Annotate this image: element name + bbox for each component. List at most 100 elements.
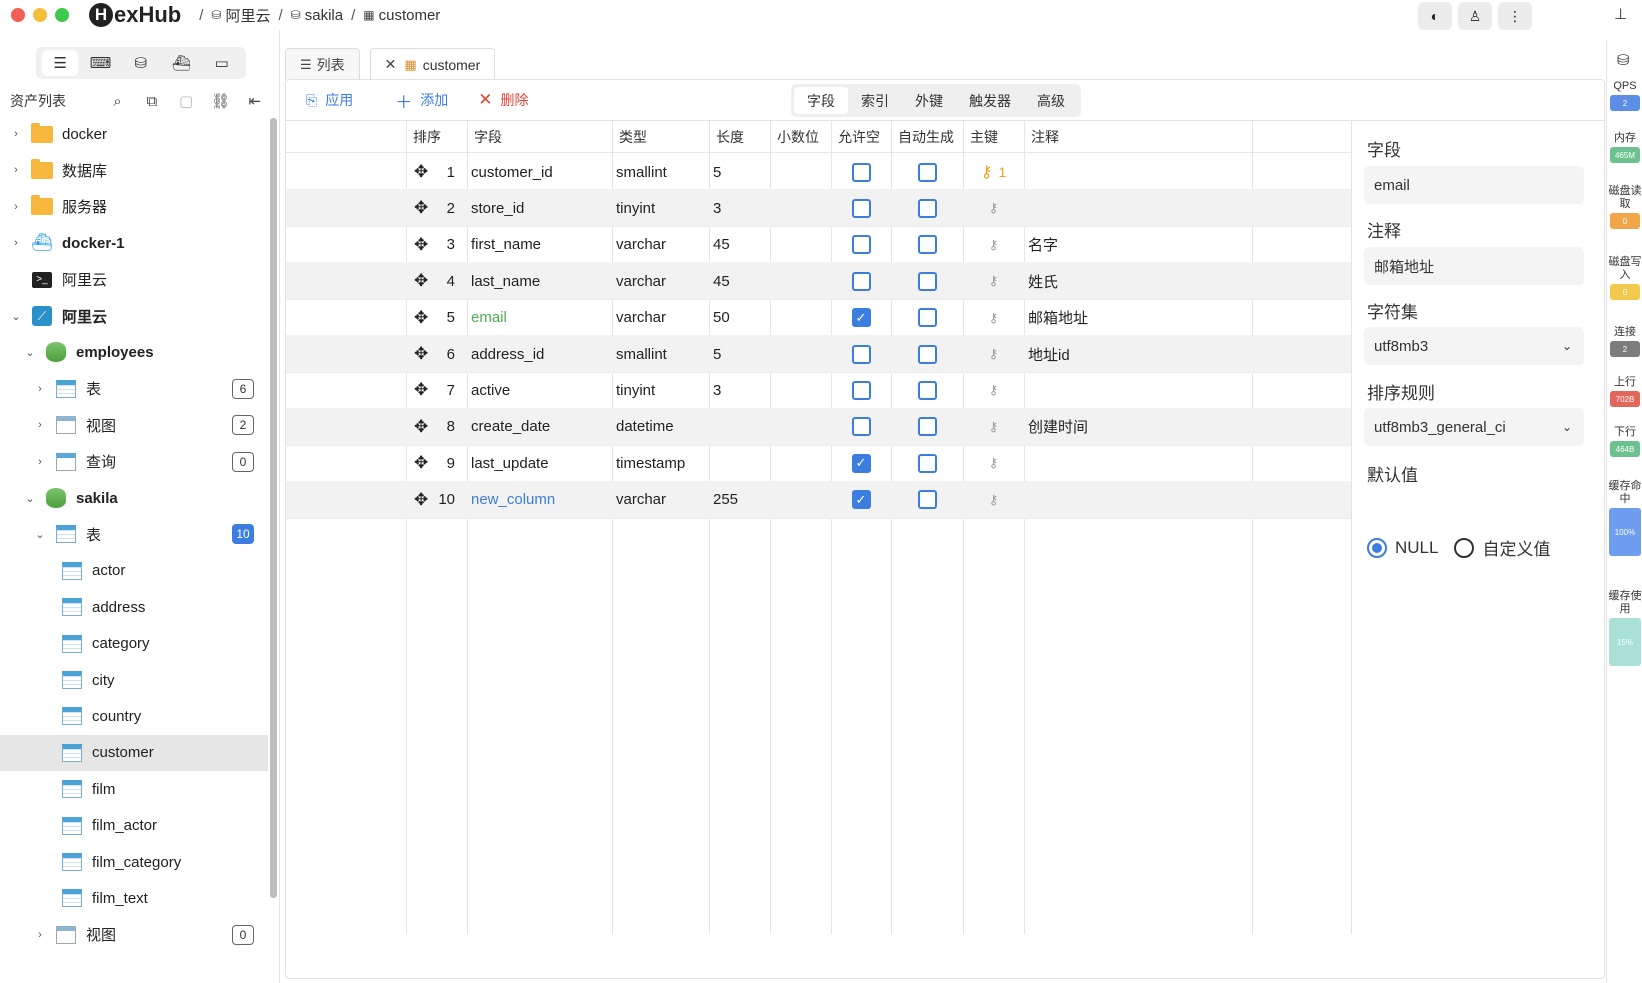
comment-cell[interactable]: [1024, 481, 1252, 519]
tree-item[interactable]: address: [0, 589, 268, 625]
nullable-checkbox[interactable]: [851, 417, 871, 437]
chevron-down-icon[interactable]: ⌄: [24, 492, 36, 505]
search-icon[interactable]: ⌕: [100, 93, 134, 110]
tree-item[interactable]: ⌄ 表 10: [0, 516, 268, 552]
tree-item[interactable]: film: [0, 771, 268, 807]
section-tab[interactable]: 高级: [1024, 87, 1078, 114]
decimals-cell[interactable]: [770, 371, 831, 409]
length-cell[interactable]: 3: [709, 189, 770, 227]
delete-field-button[interactable]: ✕ 删除: [478, 90, 528, 110]
decimals-cell[interactable]: [770, 299, 831, 337]
chevron-right-icon[interactable]: ›: [10, 164, 22, 176]
section-tab[interactable]: 触发器: [956, 87, 1024, 114]
length-cell[interactable]: 50: [709, 299, 770, 337]
key-icon[interactable]: ⚷: [989, 310, 999, 326]
length-cell[interactable]: 5: [709, 335, 770, 373]
tree-item[interactable]: country: [0, 698, 268, 734]
auto-increment-checkbox[interactable]: [917, 235, 937, 255]
length-cell[interactable]: 5: [709, 153, 770, 191]
tree-item[interactable]: actor: [0, 553, 268, 589]
chevron-down-icon[interactable]: ⌄: [24, 346, 36, 359]
comment-cell[interactable]: [1024, 153, 1252, 191]
field-name-cell[interactable]: last_name: [467, 262, 612, 300]
drag-handle-icon[interactable]: ✥: [414, 235, 428, 255]
field-name-cell[interactable]: address_id: [467, 335, 612, 373]
table-row[interactable]: ✥ 3 first_name varchar 45 ⚷ 名字: [286, 226, 1351, 264]
auto-increment-checkbox[interactable]: [917, 344, 937, 364]
comment-cell[interactable]: 地址id: [1024, 335, 1252, 373]
type-cell[interactable]: smallint: [612, 153, 709, 191]
tree-item[interactable]: customer: [0, 734, 268, 771]
user-button[interactable]: ♙: [1458, 2, 1492, 30]
type-cell[interactable]: varchar: [612, 481, 709, 519]
decimals-cell[interactable]: [770, 153, 831, 191]
field-name-cell[interactable]: new_column: [467, 481, 612, 519]
row-order-cell[interactable]: ✥ 4: [406, 262, 467, 300]
drag-handle-icon[interactable]: ✥: [414, 380, 428, 400]
key-icon[interactable]: ⚷: [989, 492, 999, 508]
chevron-right-icon[interactable]: ›: [10, 237, 22, 249]
auto-increment-checkbox[interactable]: [917, 380, 937, 400]
charset-select[interactable]: utf8mb3 ⌄: [1364, 327, 1584, 365]
type-cell[interactable]: varchar: [612, 262, 709, 300]
drag-handle-icon[interactable]: ✥: [414, 453, 428, 473]
key-icon[interactable]: ⚷: [989, 346, 999, 362]
key-icon[interactable]: ⚷: [981, 162, 993, 182]
type-cell[interactable]: varchar: [612, 299, 709, 337]
comment-input[interactable]: 邮箱地址: [1364, 247, 1584, 285]
column-header[interactable]: 字段: [467, 121, 612, 153]
theme-toggle-button[interactable]: ◐: [1418, 2, 1452, 30]
key-icon[interactable]: ⚷: [989, 419, 999, 435]
decimals-cell[interactable]: [770, 481, 831, 519]
add-field-button[interactable]: ＋ 添加: [395, 88, 448, 113]
nullable-checkbox[interactable]: ✓: [851, 453, 871, 473]
chevron-down-icon[interactable]: ⌄: [34, 528, 46, 541]
auto-increment-checkbox[interactable]: [917, 198, 937, 218]
tree-item[interactable]: ⌄ sakila: [0, 480, 268, 516]
sidebar-scrollbar[interactable]: [270, 118, 277, 898]
nullable-checkbox[interactable]: [851, 198, 871, 218]
type-cell[interactable]: datetime: [612, 408, 709, 446]
maximize-window-button[interactable]: [55, 8, 69, 22]
type-cell[interactable]: tinyint: [612, 371, 709, 409]
length-cell[interactable]: 45: [709, 226, 770, 264]
drag-handle-icon[interactable]: ✥: [414, 490, 428, 510]
row-order-cell[interactable]: ✥ 6: [406, 335, 467, 373]
tree-item[interactable]: film_text: [0, 880, 268, 916]
table-row[interactable]: ✥ 2 store_id tinyint 3 ⚷: [286, 189, 1351, 228]
nullable-checkbox[interactable]: [851, 271, 871, 291]
column-header[interactable]: 小数位: [770, 121, 831, 153]
column-header[interactable]: 自动生成: [891, 121, 963, 153]
table-row[interactable]: ✥ 1 customer_id smallint 5 ⚷ 1: [286, 153, 1351, 191]
close-window-button[interactable]: [11, 8, 25, 22]
default-null-radio[interactable]: NULL: [1367, 537, 1438, 558]
auto-increment-checkbox[interactable]: [917, 162, 937, 182]
chevron-right-icon[interactable]: ›: [10, 128, 22, 140]
row-order-cell[interactable]: ✥ 8: [406, 408, 467, 446]
length-cell[interactable]: 255: [709, 481, 770, 519]
column-header[interactable]: 排序: [406, 121, 467, 153]
comment-cell[interactable]: 创建时间: [1024, 408, 1252, 446]
auto-increment-checkbox[interactable]: [917, 453, 937, 473]
chevron-down-icon[interactable]: ⌄: [10, 310, 22, 323]
length-cell[interactable]: 45: [709, 262, 770, 300]
section-tab[interactable]: 外键: [902, 87, 956, 114]
row-order-cell[interactable]: ✥ 3: [406, 226, 467, 264]
collation-select[interactable]: utf8mb3_general_ci ⌄: [1364, 408, 1584, 446]
table-row[interactable]: ✥ 8 create_date datetime ⚷ 创建时间: [286, 407, 1351, 446]
row-order-cell[interactable]: ✥ 1: [406, 153, 467, 191]
apply-button[interactable]: ⎘ 应用: [306, 90, 353, 110]
field-name-cell[interactable]: store_id: [467, 189, 612, 227]
comment-cell[interactable]: 邮箱地址: [1024, 299, 1252, 337]
more-menu-button[interactable]: ⋮: [1498, 2, 1532, 30]
tree-item[interactable]: film_actor: [0, 808, 268, 844]
row-order-cell[interactable]: ✥ 2: [406, 189, 467, 227]
drag-handle-icon[interactable]: ✥: [414, 344, 428, 364]
tree-item[interactable]: film_category: [0, 844, 268, 880]
decimals-cell[interactable]: [770, 408, 831, 446]
nullable-checkbox[interactable]: [851, 344, 871, 364]
tree-item[interactable]: › 服务器: [0, 189, 268, 225]
chevron-right-icon[interactable]: ›: [34, 419, 46, 431]
comment-cell[interactable]: 姓氏: [1024, 262, 1252, 300]
terminal-view-button[interactable]: ⌨: [83, 50, 119, 76]
